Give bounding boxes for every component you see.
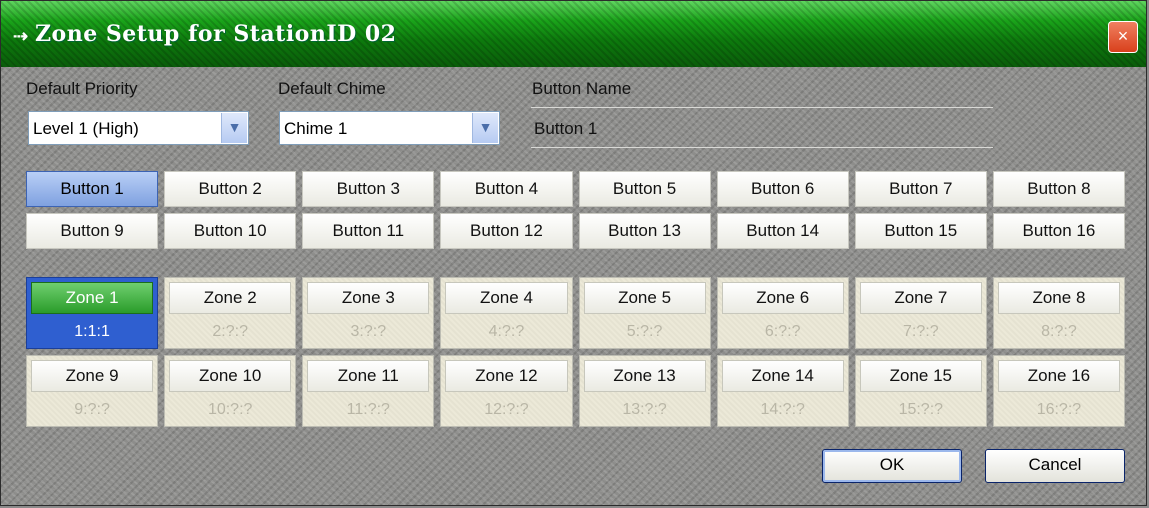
zone-cell-13: Zone 13 13:?:? (578, 355, 711, 427)
button-grid: Button 1 Button 2 Button 3 Button 4 Button 5… (26, 171, 1125, 249)
button-7[interactable]: Button 7 (854, 171, 987, 207)
zone-cell-15: Zone 15 15:?:? (854, 355, 987, 427)
chevron-down-icon[interactable]: ▼ (221, 113, 247, 143)
button-1[interactable]: Button 1 (26, 171, 159, 207)
zone-6-button[interactable]: Zone 6 (721, 282, 844, 314)
button-13[interactable]: Button 13 (578, 213, 711, 249)
default-chime-value: Chime 1 (284, 119, 348, 138)
zone-14-button[interactable]: Zone 14 (721, 360, 844, 392)
zone-cell-10: Zone 10 10:?:? (164, 355, 297, 427)
window-title: Zone Setup for StationID 02 (35, 21, 397, 47)
button-11[interactable]: Button 11 (302, 213, 435, 249)
cancel-button[interactable]: Cancel (985, 449, 1125, 483)
zone-grid: Zone 1 1:1:1 Zone 2 2:?:? Zone 3 3:?:? Zone 4 4… (26, 277, 1125, 427)
zone-setup-dialog: ⇢ Zone Setup for StationID 02 × Default … (0, 0, 1147, 506)
zone-12-address: 12:?:? (484, 401, 529, 418)
zone-5-address: 5:?:? (626, 323, 663, 340)
zone-10-address: 10:?:? (207, 401, 253, 418)
button-12[interactable]: Button 12 (440, 213, 573, 249)
zone-14-address: 14:?:? (760, 401, 805, 418)
zone-15-button[interactable]: Zone 15 (859, 360, 982, 392)
zone-cell-4: Zone 4 4:?:? (440, 277, 573, 349)
zone-cell-6: Zone 6 6:?:? (716, 277, 849, 349)
zone-3-address: 3:?:? (350, 323, 387, 340)
zone-cell-8: Zone 8 8:?:? (992, 277, 1125, 349)
divider (531, 107, 993, 108)
button-10[interactable]: Button 10 (164, 213, 297, 249)
zone-cell-11: Zone 11 11:?:? (302, 355, 435, 427)
button-name-label: Button Name (532, 79, 632, 98)
zone-13-button[interactable]: Zone 13 (583, 360, 706, 392)
zone-13-address: 13:?:? (622, 401, 667, 418)
zone-7-button[interactable]: Zone 7 (859, 282, 982, 314)
zone-cell-12: Zone 12 12:?:? (440, 355, 573, 427)
zone-9-button[interactable]: Zone 9 (31, 360, 154, 392)
close-button[interactable]: × (1108, 21, 1138, 53)
zone-16-button[interactable]: Zone 16 (997, 360, 1120, 392)
default-chime-label: Default Chime (278, 79, 386, 98)
button-5[interactable]: Button 5 (578, 171, 711, 207)
zone-1-address: 1:1:1 (74, 323, 110, 340)
zone-cell-1: Zone 1 1:1:1 (26, 277, 159, 349)
ok-button[interactable]: OK (822, 449, 962, 483)
default-priority-label: Default Priority (26, 79, 138, 98)
zone-8-button[interactable]: Zone 8 (997, 282, 1120, 314)
close-icon: × (1117, 26, 1129, 46)
button-4[interactable]: Button 4 (440, 171, 573, 207)
button-8[interactable]: Button 8 (992, 171, 1125, 207)
default-chime-select[interactable]: Chime 1 ▼ (279, 111, 500, 145)
zone-cell-3: Zone 3 3:?:? (302, 277, 435, 349)
zone-15-address: 15:?:? (898, 401, 944, 418)
zone-cell-5: Zone 5 5:?:? (578, 277, 711, 349)
zone-7-address: 7:?:? (903, 323, 939, 340)
zone-5-button[interactable]: Zone 5 (583, 282, 706, 314)
button-14[interactable]: Button 14 (716, 213, 849, 249)
button-2[interactable]: Button 2 (164, 171, 297, 207)
default-priority-select[interactable]: Level 1 (High) ▼ (28, 111, 249, 145)
zone-2-address: 2:?:? (212, 323, 248, 340)
button-name-field[interactable]: Button 1 (534, 119, 597, 139)
zone-3-button[interactable]: Zone 3 (307, 282, 430, 314)
zone-cell-14: Zone 14 14:?:? (716, 355, 849, 427)
default-priority-value: Level 1 (High) (33, 119, 139, 138)
button-16[interactable]: Button 16 (992, 213, 1125, 249)
zone-1-button[interactable]: Zone 1 (31, 282, 154, 314)
zone-10-button[interactable]: Zone 10 (169, 360, 292, 392)
zone-11-address: 11:?:? (346, 401, 390, 418)
zone-9-address: 9:?:? (74, 401, 110, 418)
zone-cell-9: Zone 9 9:?:? (26, 355, 159, 427)
zone-8-address: 8:?:? (1041, 323, 1077, 340)
title-bar[interactable]: ⇢ Zone Setup for StationID 02 × (1, 1, 1146, 67)
zone-cell-7: Zone 7 7:?:? (854, 277, 987, 349)
zone-4-address: 4:?:? (488, 323, 525, 340)
zone-4-button[interactable]: Zone 4 (445, 282, 568, 314)
zone-6-address: 6:?:? (764, 323, 801, 340)
zone-16-address: 16:?:? (1036, 401, 1082, 418)
zone-11-button[interactable]: Zone 11 (307, 360, 430, 392)
divider (531, 147, 993, 148)
zone-12-button[interactable]: Zone 12 (445, 360, 568, 392)
zone-cell-2: Zone 2 2:?:? (164, 277, 297, 349)
button-15[interactable]: Button 15 (854, 213, 987, 249)
app-icon: ⇢ (13, 26, 29, 46)
zone-cell-16: Zone 16 16:?:? (992, 355, 1125, 427)
zone-2-button[interactable]: Zone 2 (169, 282, 292, 314)
button-9[interactable]: Button 9 (26, 213, 159, 249)
chevron-down-icon[interactable]: ▼ (472, 113, 498, 143)
button-3[interactable]: Button 3 (302, 171, 435, 207)
button-6[interactable]: Button 6 (716, 171, 849, 207)
